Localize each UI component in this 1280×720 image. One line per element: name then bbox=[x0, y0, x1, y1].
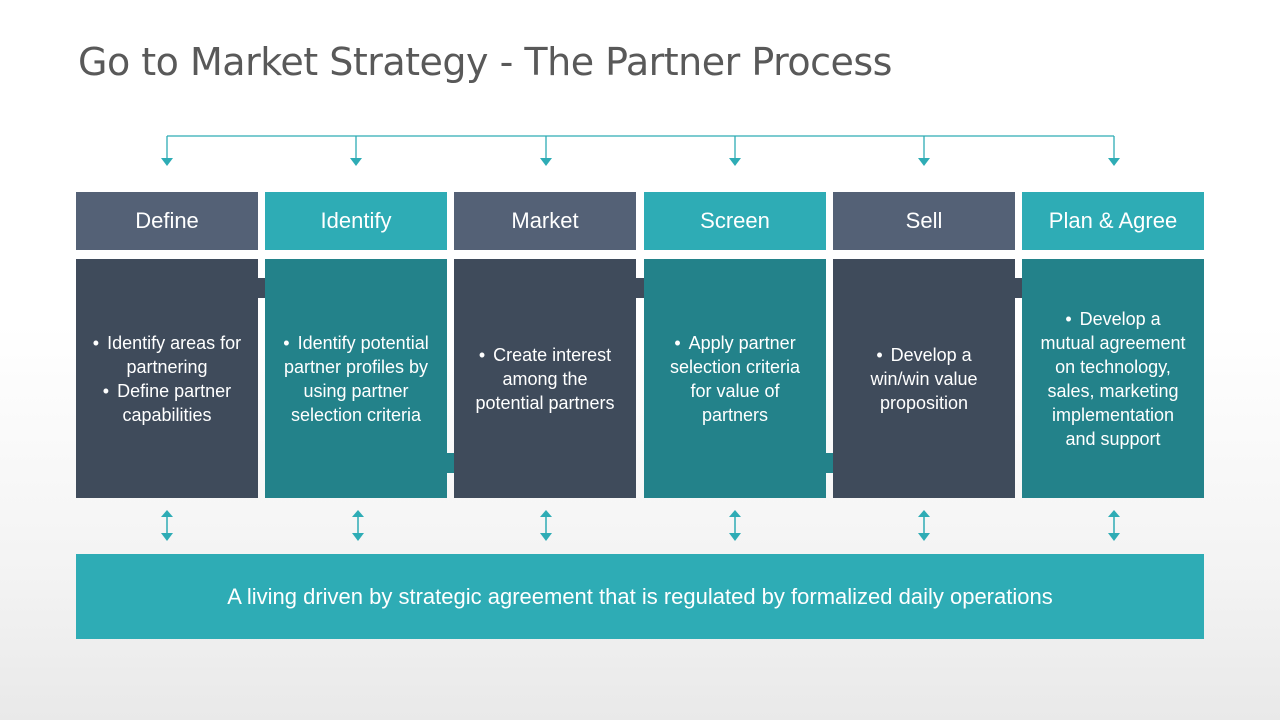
arrow-down-icon bbox=[161, 158, 173, 166]
double-arrow-vertical-icon bbox=[1108, 533, 1120, 541]
step-bullet: Develop a win/win value proposition bbox=[857, 343, 991, 415]
double-arrow-vertical-icon bbox=[729, 533, 741, 541]
arrow-down-icon bbox=[350, 158, 362, 166]
step-header-label: Market bbox=[511, 208, 579, 233]
banner-text: A living driven by strategic agreement t… bbox=[227, 583, 1053, 609]
arrow-down-icon bbox=[729, 158, 741, 166]
step-body-sell: Develop a win/win value proposition bbox=[833, 259, 1015, 498]
step-header-label: Define bbox=[135, 208, 199, 233]
step-bullet: Develop a mutual agreement on technology… bbox=[1040, 307, 1186, 451]
step-header-screen: Screen bbox=[644, 192, 826, 250]
step-bullet: Create interest among the potential part… bbox=[474, 343, 616, 415]
double-arrow-vertical-icon bbox=[161, 510, 173, 517]
step-bullet: Identify potential partner profiles by u… bbox=[283, 331, 429, 427]
double-arrow-vertical-icon bbox=[729, 510, 741, 517]
step-bullet: Identify areas for partnering bbox=[92, 331, 242, 379]
step-body-market: Create interest among the potential part… bbox=[454, 259, 636, 498]
step-body-plan-agree: Develop a mutual agreement on technology… bbox=[1022, 259, 1204, 498]
step-header-label: Plan & Agree bbox=[1048, 208, 1178, 233]
double-arrow-vertical-icon bbox=[918, 533, 930, 541]
arrow-down-icon bbox=[1108, 158, 1120, 166]
step-body-define: Identify areas for partnering Define par… bbox=[76, 259, 258, 498]
step-header-identify: Identify bbox=[265, 192, 447, 250]
step-header-define: Define bbox=[76, 192, 258, 250]
double-arrow-vertical-icon bbox=[161, 533, 173, 541]
step-header-label: Sell bbox=[905, 208, 943, 233]
step-bullet: Define partner capabilities bbox=[92, 379, 242, 427]
step-body-screen: Apply partner selection criteria for val… bbox=[644, 259, 826, 498]
double-arrow-vertical-icon bbox=[918, 510, 930, 517]
double-arrow-vertical-icon bbox=[352, 533, 364, 541]
slide-title: Go to Market Strategy - The Partner Proc… bbox=[78, 40, 892, 84]
step-header-plan-agree: Plan & Agree bbox=[1022, 192, 1204, 250]
step-header-market: Market bbox=[454, 192, 636, 250]
arrow-down-icon bbox=[540, 158, 552, 166]
arrow-down-icon bbox=[918, 158, 930, 166]
foundation-banner: A living driven by strategic agreement t… bbox=[76, 554, 1204, 639]
step-body-identify: Identify potential partner profiles by u… bbox=[265, 259, 447, 498]
double-arrow-vertical-icon bbox=[540, 510, 552, 517]
double-arrow-vertical-icon bbox=[352, 510, 364, 517]
step-bullet: Apply partner selection criteria for val… bbox=[658, 331, 812, 427]
double-arrow-vertical-icon bbox=[540, 533, 552, 541]
step-header-sell: Sell bbox=[833, 192, 1015, 250]
step-header-label: Screen bbox=[700, 208, 770, 233]
double-arrow-vertical-icon bbox=[1108, 510, 1120, 517]
step-header-label: Identify bbox=[320, 208, 392, 233]
